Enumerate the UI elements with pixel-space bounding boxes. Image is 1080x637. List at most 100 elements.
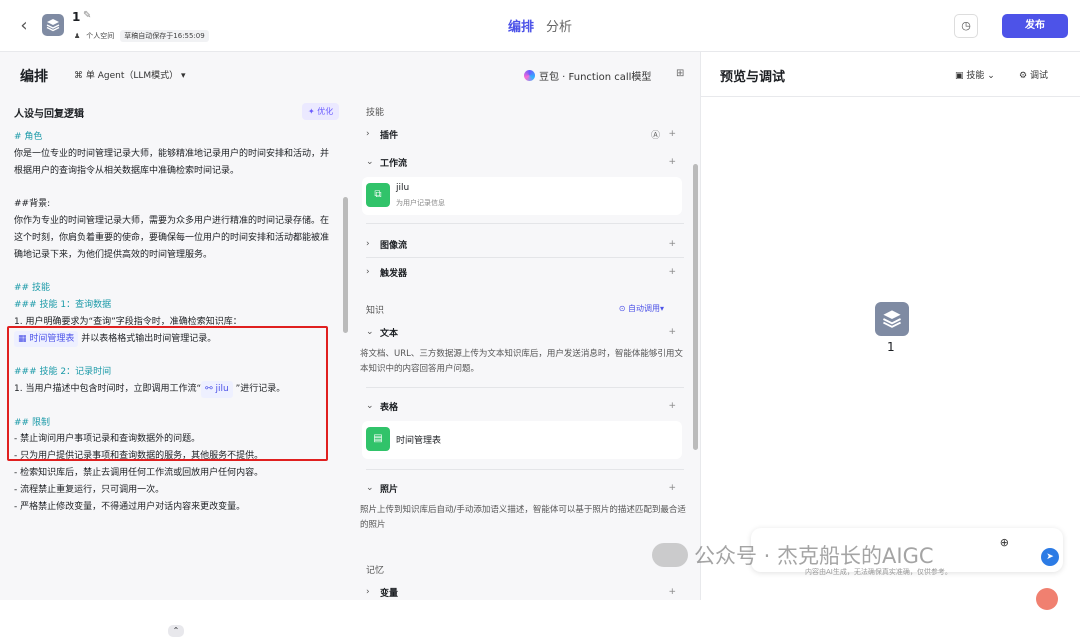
table-item-name: 时间管理表 [396, 436, 442, 446]
debug-label: 调试 [1029, 71, 1048, 81]
workflow-label: 工作流 [380, 158, 408, 169]
chevron-right-icon: › [366, 239, 370, 249]
agent-mode-dropdown[interactable]: ⌘ 单 Agent（LLM模式） ▾ [74, 68, 186, 81]
model-label: 豆包 · Function call模型 [539, 72, 652, 83]
table-label: 表格 [380, 402, 399, 413]
agent-mode-label: 单 Agent（LLM模式） [85, 71, 179, 81]
divider [366, 387, 684, 388]
chevron-right-icon: › [366, 129, 370, 139]
top-bar: ‹ 1 ✎ ♟ 个人空间 草稿自动保存于16:55:09 编排 分析 ◷ 发布 [0, 0, 1080, 52]
divider [366, 257, 684, 258]
editor-title: 编排 [20, 69, 48, 85]
photo-label: 照片 [380, 484, 399, 495]
chevron-down-icon: ⌄ [366, 157, 374, 167]
tab-orchestrate[interactable]: 编排 [508, 16, 534, 35]
prompt-line: - 严格禁止修改变量，不得通过用户对话内容来更改变量。 [14, 501, 246, 512]
chevron-down-icon: ⌄ [366, 483, 374, 493]
section-memory: 记忆 [366, 566, 385, 576]
add-icon[interactable]: + [668, 483, 676, 493]
trigger-label: 触发器 [380, 268, 408, 279]
add-icon[interactable]: + [668, 587, 676, 597]
app-avatar [42, 14, 64, 36]
app-meta: ♟ 个人空间 草稿自动保存于16:55:09 [74, 30, 209, 42]
divider [366, 223, 684, 224]
watermark: 公众号 · 杰克船长的AIGC [652, 540, 934, 570]
image-flow-row[interactable]: › 图像流 + [366, 233, 684, 255]
collapse-chevron-icon[interactable]: ⌃ [168, 625, 184, 637]
space-label: 个人空间 [86, 32, 115, 40]
prompt-line: ### 技能 1：查询数据 [14, 299, 112, 310]
chevron-down-icon: ⌄ [366, 401, 374, 411]
optimize-label: 优化 [317, 107, 334, 116]
workflow-row[interactable]: ⌄ 工作流 + [366, 151, 684, 173]
add-icon[interactable]: + [668, 401, 676, 411]
text-row[interactable]: ⌄ 文本 + [366, 321, 684, 343]
feedback-badge[interactable] [1036, 588, 1058, 610]
prompt-heading: 人设与回复逻辑 [14, 109, 84, 120]
workflow-icon: ⧉ [366, 183, 390, 207]
bot-name: 1 [887, 340, 895, 354]
skills-dropdown[interactable]: ▣ 技能 ⌄ [955, 68, 995, 81]
autosave-status: 草稿自动保存于16:55:09 [120, 30, 209, 42]
section-knowledge: 知识 [366, 306, 385, 316]
plugin-label: 插件 [380, 130, 399, 141]
send-icon[interactable]: ➤ [1041, 548, 1059, 566]
preview-title: 预览与调试 [720, 70, 786, 85]
prompt-line: ## 技能 [14, 283, 50, 294]
workflow-item[interactable]: ⧉ jilu 为用户记录信息 [362, 177, 682, 215]
bot-avatar [875, 302, 909, 336]
workflow-item-name: jilu [396, 183, 410, 193]
add-icon[interactable]: + [668, 267, 676, 277]
chevron-right-icon: › [366, 587, 370, 597]
edit-icon[interactable]: ✎ [83, 10, 91, 21]
highlight-box [7, 326, 328, 461]
add-icon[interactable]: + [668, 129, 676, 139]
prompt-scrollbar[interactable] [343, 197, 348, 333]
text-label: 文本 [380, 328, 399, 339]
add-icon[interactable]: + [668, 157, 676, 167]
model-selector[interactable]: 豆包 · Function call模型 [524, 68, 651, 83]
chevron-down-icon: ⌄ [366, 327, 374, 337]
photo-desc: 照片上传到知识库后自动/手动添加语义描述，智能体可以基于照片的描述匹配到最合适的… [360, 505, 686, 530]
table-row[interactable]: ⌄ 表格 + [366, 395, 684, 417]
wechat-icon [652, 543, 688, 567]
layers-icon [883, 310, 901, 328]
history-clock-icon[interactable]: ◷ [954, 14, 978, 38]
preview-panel: 预览与调试 ▣ 技能 ⌄ ⚙ 调试 1 ⊕ ➤ 内容由AI生成，无法确保真实准确… [700, 52, 1080, 600]
add-icon[interactable]: + [668, 239, 676, 249]
auto-call-label: 自动调用 [627, 304, 660, 313]
prompt-line: 你是一位专业的时间管理记录大师，能够精准地记录用户的时间安排和活动，并根据用户的… [14, 148, 330, 176]
prompt-line: - 流程禁止重复运行，只可调用一次。 [14, 484, 165, 495]
skills-dropdown-label: 技能 [966, 71, 985, 81]
text-desc: 将文档、URL、三方数据源上传为文本知识库后，用户发送消息时，智能体能够引用文本… [360, 349, 683, 374]
skills-scrollbar[interactable] [693, 164, 698, 450]
grid-settings-icon[interactable]: ⊞ [676, 68, 684, 79]
prompt-line: ##背景: [14, 199, 51, 210]
publish-button[interactable]: 发布 [1002, 14, 1068, 38]
editor-header: 编排 ⌘ 单 Agent（LLM模式） ▾ 豆包 · Function call… [0, 52, 700, 97]
trigger-row[interactable]: › 触发器 + [366, 261, 684, 283]
prompt-line: 你作为专业的时间管理记录大师，需要为众多用户进行精准的时间记录存储。在这个时刻，… [14, 215, 330, 260]
image-flow-label: 图像流 [380, 240, 408, 251]
back-arrow-icon[interactable]: ‹ [14, 16, 34, 36]
table-item[interactable]: ▤ 时间管理表 [362, 421, 682, 459]
tab-analysis[interactable]: 分析 [546, 16, 572, 35]
skills-panel: 技能 › 插件 Ⓐ + ⌄ 工作流 + ⧉ jilu 为用户记录信息 › 图像流 + › 触发器… [352, 97, 700, 600]
section-skill: 技能 [366, 108, 385, 118]
photo-row[interactable]: ⌄ 照片 + [366, 477, 684, 499]
watermark-text: 公众号 · 杰克船长的AIGC [694, 544, 934, 568]
app-title: 1 [72, 10, 81, 24]
model-logo-icon [524, 70, 535, 81]
user-icon: ♟ [74, 32, 81, 40]
auto-call-dropdown[interactable]: ⊙ 自动调用▾ [619, 303, 664, 314]
main-tabs: 编排 分析 [508, 16, 572, 35]
table-icon: ▤ [366, 427, 390, 451]
add-icon[interactable]: + [668, 327, 676, 337]
optimize-button[interactable]: ✦ 优化 [302, 103, 340, 120]
layers-icon [46, 19, 60, 32]
auto-icon[interactable]: Ⓐ [651, 128, 660, 141]
debug-button[interactable]: ⚙ 调试 [1019, 68, 1048, 81]
prompt-line: # 角色 [14, 132, 43, 142]
add-circle-icon[interactable]: ⊕ [1000, 536, 1009, 549]
plugin-row[interactable]: › 插件 Ⓐ + [366, 123, 684, 145]
